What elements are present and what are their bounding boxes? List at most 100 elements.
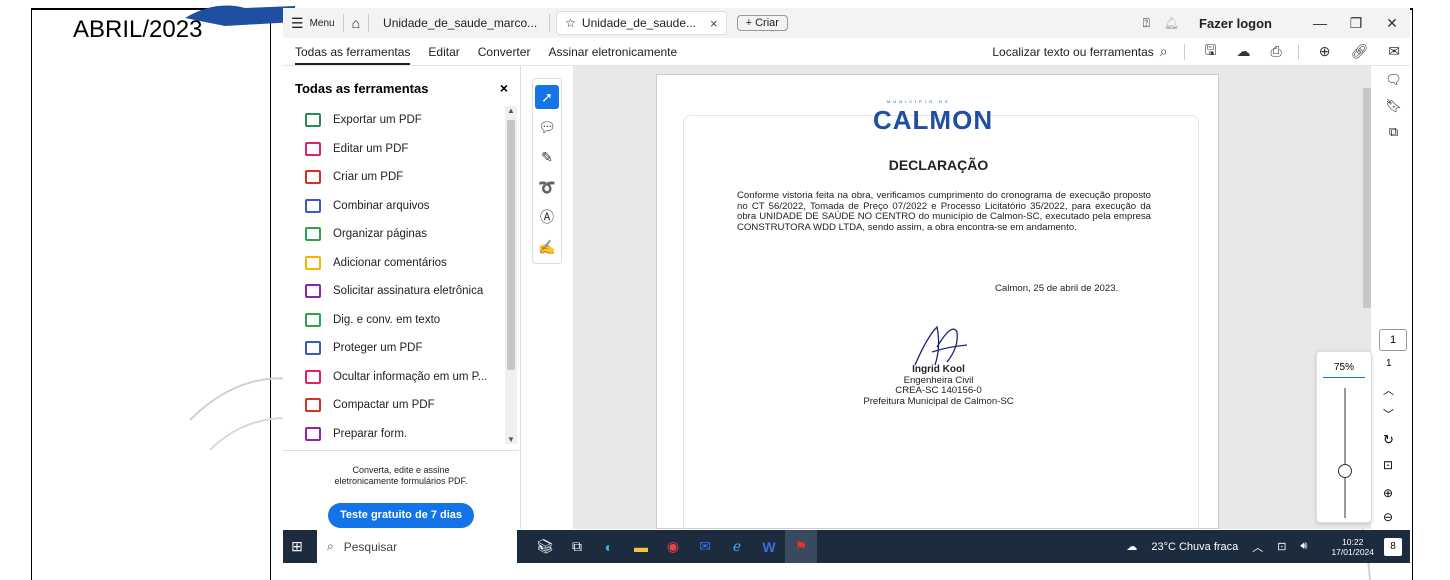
- logon-button[interactable]: Fazer logon: [1199, 16, 1272, 31]
- close-window-icon[interactable]: ✕: [1374, 15, 1410, 32]
- tool-item[interactable]: Dig. e conv. em texto: [283, 306, 507, 335]
- tool-label: Dig. e conv. em texto: [333, 313, 441, 326]
- tool-item[interactable]: Compactar um PDF: [283, 391, 507, 420]
- weather-icon[interactable]: ☁: [1126, 540, 1137, 553]
- annotation-toolbar: ➚ 💬︎ ✎ ➰ Ⓐ ✍: [532, 78, 562, 264]
- print-icon[interactable]: ⎙: [1271, 43, 1282, 60]
- chrome-icon[interactable]: ◉: [657, 538, 689, 555]
- trial-button[interactable]: Teste gratuito de 7 dias: [327, 502, 475, 528]
- edge-icon[interactable]: ◐: [593, 539, 625, 555]
- calmon-logo: CALMON: [873, 105, 994, 135]
- tool-item[interactable]: Criar um PDF: [283, 163, 507, 192]
- notification-icon[interactable]: 8: [1384, 537, 1402, 556]
- windows-taskbar: ⊞ ⌕ Pesquisar 📚︎ ⧉ ◐ ▬ ◉ ✉ ℯ W ⚑ ☁ 23°C …: [283, 530, 1410, 563]
- tray-chevron-icon[interactable]: ︿: [1252, 539, 1263, 555]
- internet-explorer-icon[interactable]: ℯ: [721, 538, 753, 555]
- comments-icon[interactable]: 🗨︎: [1384, 72, 1404, 92]
- zoom-slider-knob[interactable]: [1338, 463, 1352, 478]
- tool-icon: [305, 198, 321, 213]
- network-icon[interactable]: ⊡: [1277, 540, 1286, 553]
- page-total: 1: [1386, 358, 1392, 369]
- help-icon[interactable]: ⍰: [1143, 16, 1150, 31]
- save-icon[interactable]: 🖫: [1205, 40, 1217, 64]
- zoom-in-icon[interactable]: ⊕: [1383, 486, 1393, 500]
- panel-scrollbar[interactable]: ▲ ▼: [505, 106, 517, 444]
- search-pages-icon[interactable]: ⊕: [1319, 43, 1331, 60]
- file-explorer-icon[interactable]: ▬: [625, 539, 657, 555]
- weather-text[interactable]: 23°C Chuva fraca: [1151, 541, 1238, 553]
- tab-document-2[interactable]: ☆ Unidade_de_saude... ×: [556, 11, 727, 35]
- menu-edit[interactable]: Editar: [428, 38, 459, 65]
- word-icon[interactable]: W: [753, 539, 785, 555]
- tool-item[interactable]: Solicitar assinatura eletrônica: [283, 277, 507, 306]
- menu-button[interactable]: ☰ Menu: [283, 8, 343, 38]
- tool-icon: [305, 227, 321, 242]
- tool-item[interactable]: Proteger um PDF: [283, 334, 507, 363]
- lasso-icon[interactable]: ➰: [535, 175, 559, 199]
- find-label[interactable]: Localizar texto ou ferramentas: [992, 45, 1153, 59]
- tool-label: Compactar um PDF: [333, 399, 435, 412]
- windows-start-icon[interactable]: ⊞: [283, 538, 311, 555]
- document-viewer[interactable]: MUNICÍPIO DE CALMON DECLARAÇÃO Conforme …: [573, 66, 1371, 535]
- rotate-icon[interactable]: ↻: [1383, 432, 1394, 448]
- create-button[interactable]: + Criar: [736, 15, 788, 31]
- tool-item[interactable]: Adicionar comentários: [283, 249, 507, 278]
- tool-label: Organizar páginas: [333, 228, 427, 241]
- volume-icon[interactable]: 🔊︎: [1301, 540, 1308, 553]
- right-rail: 🗨︎ 🔖︎ ⧉: [1377, 66, 1410, 529]
- scroll-up-icon[interactable]: ▲: [507, 106, 515, 115]
- comment-icon[interactable]: 💬︎: [535, 115, 559, 139]
- acrobat-icon[interactable]: ⚑: [785, 530, 817, 563]
- tool-item[interactable]: Preparar form.: [283, 420, 507, 445]
- fit-page-icon[interactable]: ⊡: [1383, 458, 1393, 472]
- upload-cloud-icon[interactable]: ☁: [1237, 43, 1251, 60]
- signature-icon[interactable]: ✍: [535, 235, 559, 259]
- tool-item[interactable]: Editar um PDF: [283, 135, 507, 164]
- page-up-icon[interactable]: ︿: [1383, 382, 1394, 398]
- hamburger-icon: ☰: [291, 14, 304, 31]
- taskbar-search[interactable]: ⌕ Pesquisar: [317, 530, 517, 563]
- select-cursor-icon[interactable]: ➚: [535, 85, 559, 109]
- pen-icon[interactable]: ✎: [535, 145, 559, 169]
- bookmark-icon[interactable]: 🔖︎: [1384, 98, 1404, 118]
- copy-pages-icon[interactable]: ⧉: [1384, 124, 1404, 144]
- tool-item[interactable]: Combinar arquivos: [283, 192, 507, 221]
- page-down-icon[interactable]: ﹀: [1383, 406, 1394, 422]
- tool-item[interactable]: Exportar um PDF: [283, 106, 507, 135]
- text-box-icon[interactable]: Ⓐ: [535, 205, 559, 229]
- zoom-value[interactable]: 75%: [1323, 352, 1365, 378]
- clock[interactable]: 10:22 17/01/2024: [1331, 537, 1374, 557]
- home-button[interactable]: ⌂: [344, 8, 368, 38]
- zoom-out-icon[interactable]: ⊖: [1383, 510, 1393, 524]
- menu-sign[interactable]: Assinar eletronicamente: [548, 38, 677, 65]
- scroll-thumb[interactable]: [1363, 88, 1371, 308]
- page-number-input[interactable]: 1: [1379, 329, 1407, 351]
- scroll-thumb[interactable]: [507, 120, 515, 370]
- close-tab-icon[interactable]: ×: [710, 16, 718, 31]
- outlook-icon[interactable]: ✉: [689, 538, 721, 555]
- menu-convert[interactable]: Converter: [478, 38, 531, 65]
- document-caption: ABRIL/2023: [73, 16, 203, 43]
- link-icon[interactable]: 🔗︎: [1350, 43, 1368, 60]
- task-view-icon[interactable]: ⧉: [561, 538, 593, 555]
- panel-footer: Converta, edite e assine eletronicamente…: [283, 450, 519, 528]
- bell-icon[interactable]: 🔔︎: [1164, 16, 1179, 30]
- books-app-icon[interactable]: 📚︎: [529, 538, 561, 555]
- scroll-down-icon[interactable]: ▼: [507, 435, 515, 444]
- tab-document-1[interactable]: Unidade_de_saude_marco...: [375, 11, 545, 35]
- minimize-icon[interactable]: —: [1302, 15, 1338, 31]
- system-tray: ☁ 23°C Chuva fraca ︿ ⊡ 🔊︎ 10:22 17/01/20…: [1126, 537, 1410, 557]
- restore-icon[interactable]: ❐: [1338, 15, 1374, 32]
- menu-all-tools[interactable]: Todas as ferramentas: [295, 38, 411, 65]
- search-icon[interactable]: ⌕: [1160, 43, 1168, 60]
- tool-icon: [305, 255, 321, 270]
- star-icon[interactable]: ☆: [565, 16, 576, 30]
- tool-item[interactable]: Organizar páginas: [283, 220, 507, 249]
- tool-item[interactable]: Ocultar informação em um P...: [283, 363, 507, 392]
- search-icon: ⌕: [327, 539, 334, 553]
- mail-icon[interactable]: ✉: [1388, 43, 1400, 60]
- tool-label: Proteger um PDF: [333, 342, 423, 355]
- zoom-slider-track[interactable]: [1344, 388, 1346, 518]
- separator: [1183, 43, 1185, 60]
- close-panel-icon[interactable]: ×: [500, 80, 508, 96]
